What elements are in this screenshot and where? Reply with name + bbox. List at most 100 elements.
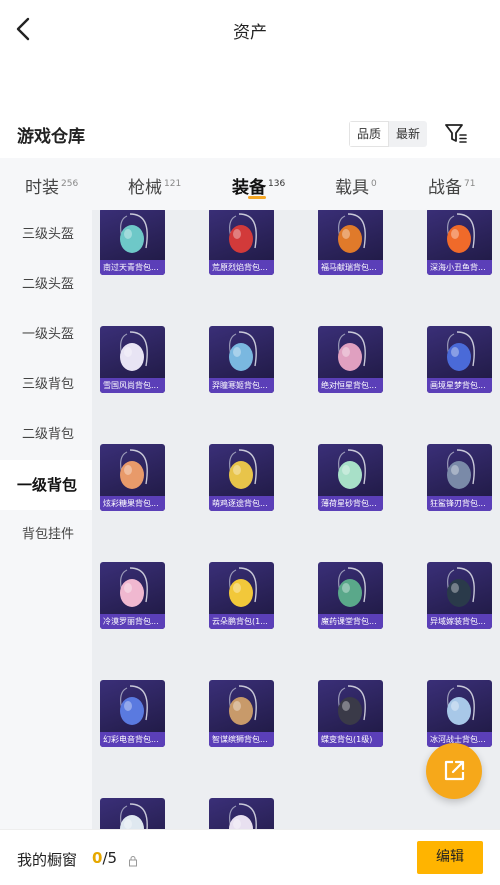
tab-count: 136 [268, 179, 286, 189]
tab-count: 0 [371, 179, 377, 189]
backpack-icon [338, 331, 366, 371]
item-card[interactable]: 雪国风尚背包... [100, 326, 165, 393]
share-button[interactable] [426, 743, 482, 799]
item-card[interactable]: 绝对恒星背包... [318, 326, 383, 393]
sidebar-item-level3-helmet[interactable]: 三级头盔 [0, 210, 92, 260]
backpack-icon [229, 567, 257, 607]
tab-count: 121 [164, 179, 182, 189]
tab-vehicles[interactable]: 载具 0 [335, 173, 377, 198]
item-card[interactable]: 狂鲨锋刃背包... [427, 444, 492, 511]
item-card[interactable]: 羿瞳寒姬背包... [209, 326, 274, 393]
backpack-icon [338, 685, 366, 725]
backpack-icon [120, 567, 148, 607]
item-card[interactable]: 冰河战士背包... [427, 680, 492, 747]
showcase-label: 我的橱窗 [17, 851, 78, 869]
tab-battle-gear[interactable]: 战备 71 [428, 173, 475, 198]
item-name: 福马献瑞背包... [318, 260, 383, 275]
sidebar-item-backpack-charm[interactable]: 背包挂件 [0, 510, 92, 560]
item-card[interactable]: 萌鸡逐途背包... [209, 444, 274, 511]
item-grid: 南过天青背包... 荒原烈焰背包... 福马献瑞背包... 深海小丑鱼背... 雪国风尚… [92, 210, 500, 830]
item-card[interactable]: 云朵鹏背包(1... [209, 562, 274, 629]
backpack-icon [338, 449, 366, 489]
item-name: 魔药课堂背包... [318, 614, 383, 629]
backpack-icon [229, 449, 257, 489]
item-name: 羿瞳寒姬背包... [209, 378, 274, 393]
sort-quality-button[interactable]: 品质 [349, 121, 390, 147]
backpack-icon [447, 331, 475, 371]
tab-equipment[interactable]: 装备 136 [232, 173, 285, 198]
item-name: 炫彩糖果背包... [100, 496, 165, 511]
item-card[interactable] [100, 798, 165, 830]
tab-guns[interactable]: 枪械 121 [128, 173, 181, 198]
bottom-bar: 我的橱窗 0/5 编辑 [0, 829, 500, 885]
item-card[interactable]: 画境星梦背包... [427, 326, 492, 393]
tab-count: 256 [61, 179, 79, 189]
sidebar-item-level2-backpack[interactable]: 二级背包 [0, 410, 92, 460]
tab-label: 枪械 [128, 178, 162, 198]
tab-label: 时装 [25, 178, 59, 198]
item-name: 南过天青背包... [100, 260, 165, 275]
sidebar-item-level1-backpack[interactable]: 一级背包 [0, 460, 92, 510]
backpack-icon [120, 803, 148, 830]
item-name: 智谋缤狮背包... [209, 732, 274, 747]
item-card[interactable]: 幻彩电音背包... [100, 680, 165, 747]
item-name: 狂鲨锋刃背包... [427, 496, 492, 511]
top-bar: 资产 [0, 0, 500, 58]
item-card[interactable]: 魔药课堂背包... [318, 562, 383, 629]
category-tabs: 时装 256 枪械 121 装备 136 载具 0 战备 71 [0, 158, 500, 210]
backpack-icon [229, 803, 257, 830]
item-name: 蝶变背包(1级) [318, 732, 383, 747]
sort-newest-button[interactable]: 最新 [389, 121, 427, 147]
backpack-icon [338, 567, 366, 607]
share-external-icon [444, 760, 465, 781]
item-card[interactable]: 荒原烈焰背包... [209, 210, 274, 275]
edit-button[interactable]: 编辑 [417, 841, 483, 874]
backpack-icon [447, 567, 475, 607]
backpack-icon [338, 213, 366, 253]
item-name: 雪国风尚背包... [100, 378, 165, 393]
backpack-icon [120, 331, 148, 371]
sidebar-item-level3-backpack[interactable]: 三级背包 [0, 360, 92, 410]
item-card[interactable] [209, 798, 274, 830]
tab-label: 载具 [335, 178, 369, 198]
item-card[interactable]: 福马献瑞背包... [318, 210, 383, 275]
page-title: 资产 [233, 23, 267, 43]
active-tab-indicator [248, 196, 266, 199]
backpack-icon [447, 213, 475, 253]
showcase-count: 0/5 [92, 849, 117, 867]
item-card[interactable]: 冷漠罗丽背包... [100, 562, 165, 629]
lock-icon [128, 852, 138, 867]
filter-icon[interactable] [443, 120, 469, 146]
item-card[interactable]: 蝶变背包(1级) [318, 680, 383, 747]
backpack-icon [447, 449, 475, 489]
item-name: 异域嫁装背包... [427, 614, 492, 629]
item-name: 云朵鹏背包(1... [209, 614, 274, 629]
item-card[interactable]: 深海小丑鱼背... [427, 210, 492, 275]
tab-label: 装备 [232, 178, 266, 198]
item-name: 萌鸡逐途背包... [209, 496, 274, 511]
item-card[interactable]: 南过天青背包... [100, 210, 165, 275]
sort-toggle: 品质 最新 [349, 121, 428, 147]
showcase-total: /5 [102, 849, 118, 867]
item-name: 绝对恒星背包... [318, 378, 383, 393]
item-card[interactable]: 炫彩糖果背包... [100, 444, 165, 511]
backpack-icon [229, 685, 257, 725]
item-card[interactable]: 异域嫁装背包... [427, 562, 492, 629]
tab-count: 71 [464, 179, 476, 189]
showcase-current: 0 [92, 849, 103, 867]
sidebar-item-level1-helmet[interactable]: 一级头盔 [0, 310, 92, 360]
item-name: 荒原烈焰背包... [209, 260, 274, 275]
backpack-icon [447, 685, 475, 725]
tab-fashion[interactable]: 时装 256 [25, 173, 78, 198]
item-name: 画境星梦背包... [427, 378, 492, 393]
item-name: 深海小丑鱼背... [427, 260, 492, 275]
backpack-icon [120, 213, 148, 253]
section-title: 游戏仓库 [17, 127, 85, 147]
sidebar-item-level2-helmet[interactable]: 二级头盔 [0, 260, 92, 310]
item-name: 幻彩电音背包... [100, 732, 165, 747]
item-card[interactable]: 智谋缤狮背包... [209, 680, 274, 747]
subcategory-sidebar: 三级头盔 二级头盔 一级头盔 三级背包 二级背包 一级背包 背包挂件 [0, 210, 92, 830]
item-name: 冷漠罗丽背包... [100, 614, 165, 629]
backpack-icon [229, 331, 257, 371]
item-card[interactable]: 薄荷星砂背包... [318, 444, 383, 511]
